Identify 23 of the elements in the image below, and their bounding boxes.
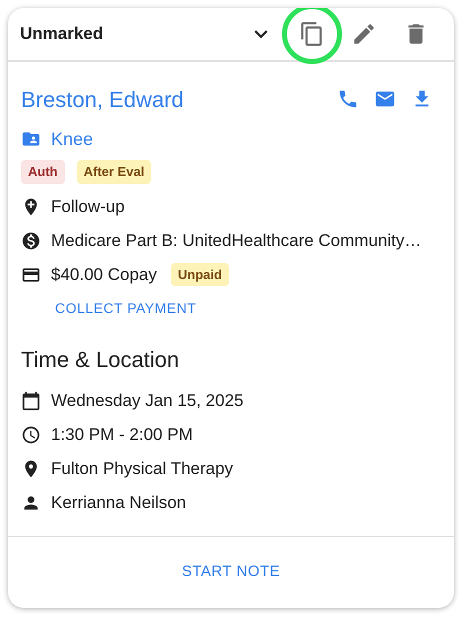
- detail-text: $40.00 Copay: [51, 264, 157, 286]
- phone-icon: [337, 88, 359, 110]
- detail-text: Follow-up: [51, 196, 125, 218]
- tag: Auth: [21, 160, 65, 184]
- start-note-button[interactable]: START NOTE: [174, 555, 288, 590]
- copy-icon: [299, 21, 325, 47]
- detail-text: Kerrianna Neilson: [51, 492, 186, 514]
- patient-name[interactable]: Breston, Edward: [21, 82, 184, 116]
- dollar-coin-icon: [21, 230, 41, 250]
- case-link[interactable]: Knee: [51, 126, 94, 152]
- copy-button[interactable]: [282, 8, 342, 64]
- detail-text: 1:30 PM - 2:00 PM: [51, 424, 193, 446]
- detail-text: Fulton Physical Therapy: [51, 458, 234, 480]
- section-title: Time & Location: [21, 346, 180, 374]
- tag: After Eval: [76, 160, 152, 184]
- detail-text: Wednesday Jan 15, 2025: [51, 390, 244, 412]
- detail-text: Medicare Part B: UnitedHealthcare Community…: [51, 230, 422, 252]
- calendar-icon: [21, 390, 41, 410]
- phone-button[interactable]: [337, 88, 359, 110]
- status-label: Unmarked: [20, 23, 104, 46]
- clock-icon: [21, 424, 41, 444]
- collect-payment-button[interactable]: COLLECT PAYMENT: [49, 294, 202, 322]
- unpaid-tag: Unpaid: [170, 262, 229, 286]
